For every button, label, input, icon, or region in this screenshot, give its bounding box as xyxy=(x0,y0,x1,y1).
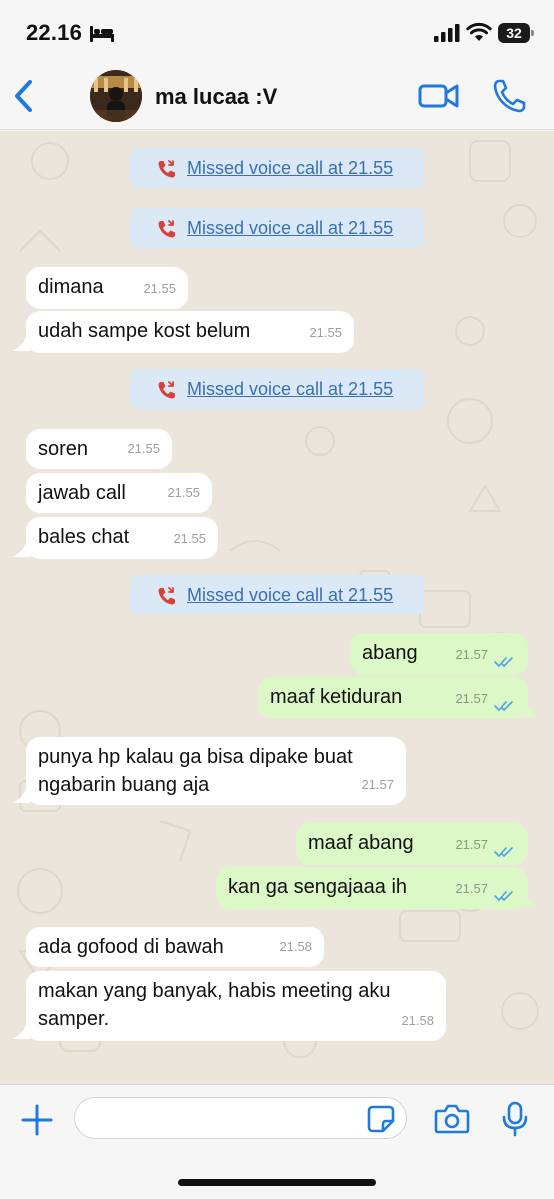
message-text: makan yang banyak, habis meeting aku sam… xyxy=(38,980,391,1030)
microphone-icon[interactable] xyxy=(502,1101,528,1137)
missed-call-icon xyxy=(158,587,175,605)
sticker-icon[interactable] xyxy=(367,1105,395,1133)
missed-call-icon xyxy=(158,220,175,238)
missed-call-icon xyxy=(158,381,175,399)
phone-icon[interactable] xyxy=(492,78,526,114)
message-time: 21.57 xyxy=(455,647,488,662)
outgoing-message[interactable]: maaf ketiduran 21.57 xyxy=(258,677,528,719)
bubble-tail xyxy=(522,703,540,717)
status-bar: 22.16 32 xyxy=(0,0,554,62)
battery-indicator: 32 xyxy=(498,23,534,43)
double-check-icon xyxy=(494,657,513,667)
incoming-message[interactable]: punya hp kalau ga bisa dipake buat ngaba… xyxy=(26,737,406,805)
missed-call-icon xyxy=(158,160,175,178)
wifi-icon xyxy=(466,22,492,41)
camera-icon[interactable] xyxy=(434,1103,470,1135)
incoming-message[interactable]: bales chat 21.55 xyxy=(26,517,218,559)
status-time: 22.16 xyxy=(26,20,83,45)
incoming-message[interactable]: makan yang banyak, habis meeting aku sam… xyxy=(26,971,446,1041)
message-time: 21.55 xyxy=(167,485,200,500)
message-text: ada gofood di bawah xyxy=(38,936,224,958)
bed-icon xyxy=(90,26,114,42)
input-bar xyxy=(0,1084,554,1199)
chevron-left-icon[interactable] xyxy=(10,78,40,114)
plus-icon[interactable] xyxy=(20,1103,54,1137)
bubble-tail xyxy=(12,543,30,557)
avatar[interactable] xyxy=(90,70,142,122)
incoming-message[interactable]: udah sampe kost belum 21.55 xyxy=(26,311,354,353)
double-check-icon xyxy=(494,891,513,901)
message-input[interactable] xyxy=(74,1097,407,1139)
message-text: punya hp kalau ga bisa dipake buat ngaba… xyxy=(38,746,353,796)
signal-icon xyxy=(434,24,460,42)
message-text: udah sampe kost belum xyxy=(38,320,251,342)
message-time: 21.55 xyxy=(127,441,160,456)
message-time: 21.57 xyxy=(455,881,488,896)
outgoing-message[interactable]: kan ga sengajaaa ih 21.57 xyxy=(216,867,528,909)
missed-call-text[interactable]: Missed voice call at 21.55 xyxy=(187,158,393,179)
missed-call-notice[interactable]: Missed voice call at 21.55 xyxy=(130,148,424,188)
chat-header: ma lucaa :V xyxy=(0,62,554,130)
incoming-message[interactable]: soren 21.55 xyxy=(26,429,172,469)
double-check-icon xyxy=(494,701,513,711)
incoming-message[interactable]: jawab call 21.55 xyxy=(26,473,212,513)
missed-call-notice[interactable]: Missed voice call at 21.55 xyxy=(130,208,424,248)
message-time: 21.57 xyxy=(361,777,394,792)
outgoing-message[interactable]: abang 21.57 xyxy=(350,633,528,675)
missed-call-text[interactable]: Missed voice call at 21.55 xyxy=(187,585,393,606)
incoming-message[interactable]: ada gofood di bawah 21.58 xyxy=(26,927,324,967)
bubble-tail xyxy=(12,789,30,803)
message-time: 21.58 xyxy=(279,939,312,954)
message-time: 21.55 xyxy=(143,281,176,296)
missed-call-text[interactable]: Missed voice call at 21.55 xyxy=(187,218,393,239)
missed-call-notice[interactable]: Missed voice call at 21.55 xyxy=(130,369,424,409)
message-text: abang xyxy=(362,642,418,664)
bubble-tail xyxy=(522,893,540,907)
video-camera-icon[interactable] xyxy=(418,80,460,112)
bubble-tail xyxy=(12,1025,30,1039)
double-check-icon xyxy=(494,847,513,857)
chat-area[interactable]: Missed voice call at 21.55 Missed voice c… xyxy=(0,131,554,1084)
outgoing-message[interactable]: maaf abang 21.57 xyxy=(296,823,528,865)
incoming-message[interactable]: dimana 21.55 xyxy=(26,267,188,309)
message-time: 21.57 xyxy=(455,837,488,852)
missed-call-notice[interactable]: Missed voice call at 21.55 xyxy=(130,575,424,615)
message-time: 21.55 xyxy=(173,531,206,546)
missed-call-text[interactable]: Missed voice call at 21.55 xyxy=(187,379,393,400)
contact-name[interactable]: ma lucaa :V xyxy=(155,84,277,110)
home-indicator xyxy=(178,1179,376,1186)
message-time: 21.57 xyxy=(455,691,488,706)
message-time: 21.58 xyxy=(401,1013,434,1028)
bubble-tail xyxy=(12,337,30,351)
message-time: 21.55 xyxy=(309,325,342,340)
